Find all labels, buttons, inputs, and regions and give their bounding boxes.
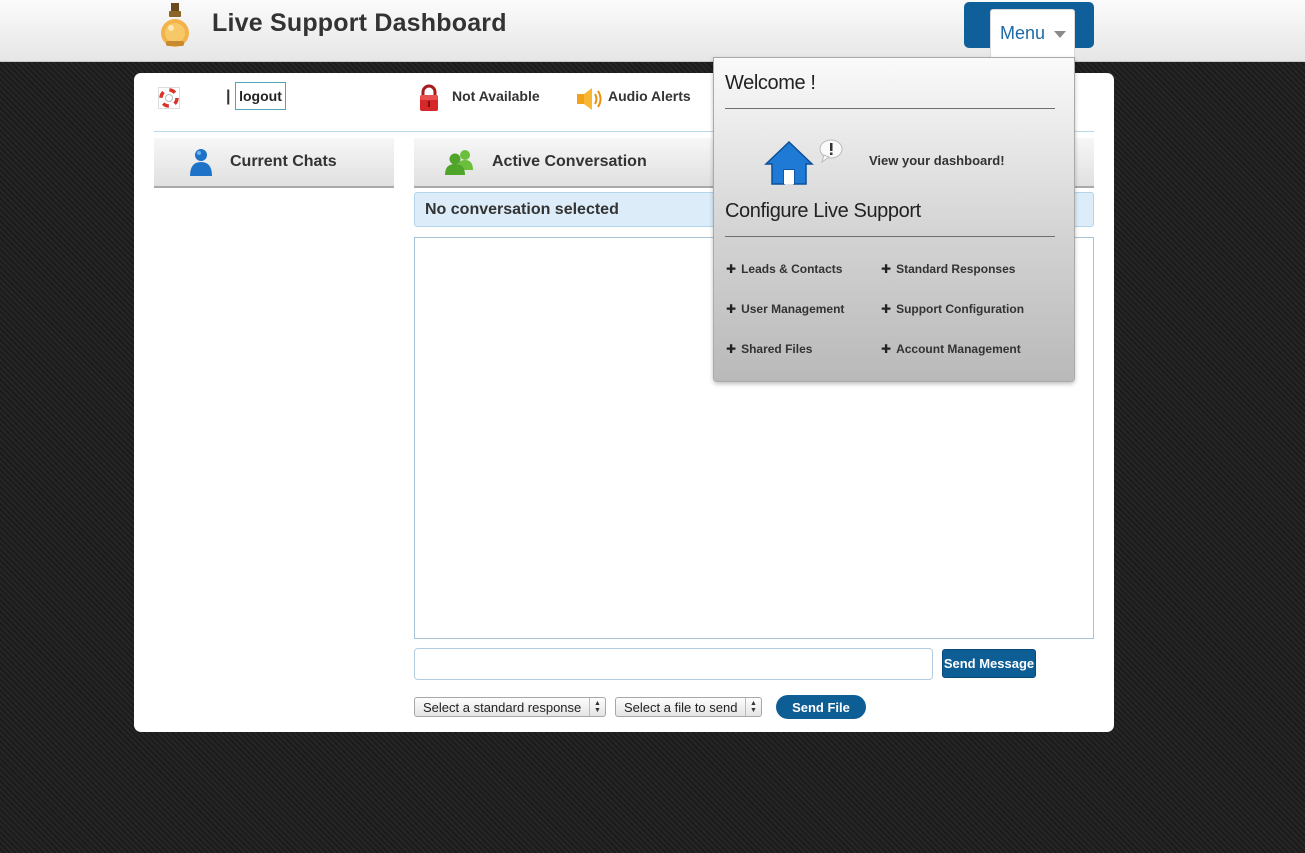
menu-label: Menu: [1000, 23, 1046, 43]
welcome-heading: Welcome !: [725, 72, 816, 94]
speaker-icon[interactable]: [575, 86, 603, 112]
audio-alerts-toggle[interactable]: Audio Alerts: [608, 88, 691, 104]
menu-item-shared-files[interactable]: ✚ Shared Files: [726, 342, 812, 356]
menu-button[interactable]: Menu: [990, 9, 1075, 59]
alert-bubble-icon: [819, 139, 843, 164]
menu-item-leads-contacts[interactable]: ✚ Leads & Contacts: [726, 262, 842, 276]
divider: [725, 236, 1055, 237]
top-bar: Live Support Dashboard Menu: [0, 0, 1305, 62]
app-title: Live Support Dashboard: [212, 9, 507, 37]
menu-item-account-management[interactable]: ✚ Account Management: [881, 342, 1021, 356]
menu-item-standard-responses[interactable]: ✚ Standard Responses: [881, 262, 1015, 276]
plus-icon: ✚: [881, 262, 892, 276]
menu-item-label: User Management: [741, 302, 845, 316]
lifebuoy-icon[interactable]: [158, 87, 180, 109]
menu-item-label: Account Management: [896, 342, 1021, 356]
menu-item-label: Leads & Contacts: [741, 262, 843, 276]
menu-item-label: Shared Files: [741, 342, 813, 356]
lightbulb-icon: [161, 3, 189, 47]
plus-icon: ✚: [881, 302, 892, 316]
home-icon[interactable]: [764, 138, 814, 188]
divider: [725, 108, 1055, 109]
file-select-label: Select a file to send: [624, 700, 738, 715]
configure-heading: Configure Live Support: [725, 200, 921, 222]
caret-down-icon: [1054, 31, 1067, 38]
menu-dropdown: Welcome ! View your dashboard! Configure…: [713, 57, 1075, 382]
menu-item-label: Standard Responses: [896, 262, 1016, 276]
send-message-button[interactable]: Send Message: [942, 649, 1036, 678]
select-arrows-icon: ▲ ▼: [745, 698, 761, 716]
menu-item-support-configuration[interactable]: ✚ Support Configuration: [881, 302, 1024, 316]
lock-icon[interactable]: [418, 84, 440, 112]
select-arrows-icon: ▲ ▼: [589, 698, 605, 716]
plus-icon: ✚: [726, 302, 737, 316]
plus-icon: ✚: [726, 342, 737, 356]
standard-response-select[interactable]: Select a standard response ▲ ▼: [414, 697, 606, 717]
view-dashboard-link[interactable]: View your dashboard!: [869, 153, 1005, 168]
message-input[interactable]: [414, 648, 933, 680]
standard-response-select-label: Select a standard response: [423, 700, 582, 715]
active-conversation-title: Active Conversation: [492, 153, 647, 170]
users-icon: [445, 150, 473, 175]
availability-status[interactable]: Not Available: [452, 88, 540, 104]
separator: |: [226, 88, 231, 105]
menu-item-user-management[interactable]: ✚ User Management: [726, 302, 844, 316]
menu-item-label: Support Configuration: [896, 302, 1025, 316]
logout-button[interactable]: logout: [235, 82, 286, 110]
user-icon: [190, 149, 212, 176]
plus-icon: ✚: [726, 262, 737, 276]
send-file-button[interactable]: Send File: [776, 695, 866, 719]
current-chats-title: Current Chats: [230, 153, 337, 170]
plus-icon: ✚: [881, 342, 892, 356]
file-select[interactable]: Select a file to send ▲ ▼: [615, 697, 762, 717]
current-chats-header: Current Chats: [154, 138, 394, 188]
